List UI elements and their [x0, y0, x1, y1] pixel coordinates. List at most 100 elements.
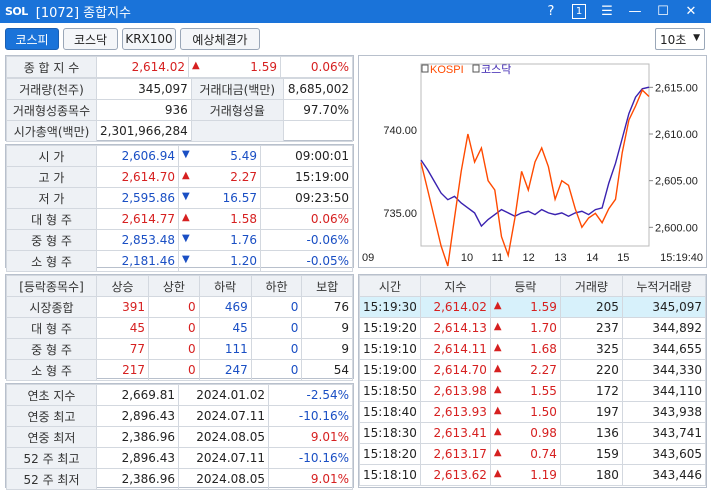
breadth-name: 소 형 주 — [6, 359, 97, 381]
price-label: 대 형 주 — [6, 208, 97, 230]
breadth-downlimit: 0 — [250, 359, 303, 381]
tick-time: 15:18:50 — [359, 380, 421, 402]
tick-volume: 172 — [559, 380, 623, 402]
tick-time: 15:19:00 — [359, 359, 421, 381]
breadth-flat: 9 — [301, 338, 353, 360]
interval-select[interactable]: 10초 ▼ — [655, 28, 705, 50]
price-value: 2,614.70 — [96, 166, 179, 188]
tick-header-row: 시간 지수 등락 거래량 누적거래량 — [359, 275, 707, 297]
breadth-header: 하락 — [198, 275, 252, 297]
x-tick-label: 15 — [617, 252, 629, 264]
yearly-rate: 9.01% — [268, 426, 353, 448]
tick-row[interactable]: 15:18:10 2,613.62 ▲ 1.19 180 343,446 — [359, 464, 707, 486]
market-cap-label: 시가총액(백만) — [6, 120, 97, 142]
tick-index: 2,614.02 — [419, 296, 491, 318]
yearly-rate: -10.16% — [268, 447, 353, 469]
up-arrow-icon: ▲ — [182, 170, 190, 181]
formed-count-value: 936 — [96, 99, 192, 121]
up-arrow-icon: ▲ — [493, 447, 502, 458]
menu-icon[interactable]: ☰ — [593, 2, 621, 21]
yearly-row: 52 주 최저 2,386.96 2024.08.05 9.01% — [6, 468, 353, 490]
yearly-date: 2024.07.11 — [178, 447, 269, 469]
summary-panel: 종 합 지 수 2,614.02 ▲ 1.59 0.06% 거래량(천주) 345… — [5, 55, 354, 142]
tick-time: 15:19:20 — [359, 317, 421, 339]
tick-row[interactable]: 15:18:20 2,613.17 ▲ 0.74 159 343,605 — [359, 443, 707, 465]
tick-row[interactable]: 15:19:30 2,614.02 ▲ 1.59 205 345,097 — [359, 296, 707, 318]
breadth-table: [등락종목수] 상승 상한 하락 하한 보합 시장종합 391 0 469 0 76 대 … — [6, 275, 353, 381]
price-extra: 0.06% — [260, 208, 353, 230]
price-extra: 09:00:01 — [260, 145, 353, 167]
breadth-down: 45 — [198, 317, 252, 339]
breadth-header-row: [등락종목수] 상승 상한 하락 하한 보합 — [6, 275, 353, 297]
yearly-row: 연중 최고 2,896.43 2024.07.11 -10.16% — [6, 405, 353, 427]
interval-value: 10초 — [660, 32, 687, 47]
left-tick-label: 735.00 — [383, 208, 417, 220]
tick-row[interactable]: 15:18:30 2,613.41 ▲ 0.98 136 343,741 — [359, 422, 707, 444]
down-arrow-icon: ▼ — [182, 149, 190, 160]
tick-row[interactable]: 15:19:00 2,614.70 ▲ 2.27 220 344,330 — [359, 359, 707, 381]
intraday-chart[interactable]: KOSPI 코스닥 2,615.00 2,610.00 2,605.00 2,600.00… — [358, 55, 707, 268]
market-cap-row: 시가총액(백만) 2,301,966,284 — [6, 120, 354, 142]
breadth-down: 111 — [198, 338, 252, 360]
tick-row[interactable]: 15:19:10 2,614.11 ▲ 1.68 325 344,655 — [359, 338, 707, 360]
help-button[interactable]: ? — [537, 2, 565, 21]
tick-cum-volume: 343,741 — [621, 422, 707, 444]
price-value: 2,595.86 — [96, 187, 179, 209]
price-extra: 09:23:50 — [260, 187, 353, 209]
tick-volume: 237 — [559, 317, 623, 339]
price-value: 2,853.48 — [96, 229, 179, 251]
composite-index-value: 2,614.02 — [96, 56, 189, 78]
screen-number: 1 — [571, 4, 587, 19]
tick-table: 시간 지수 등락 거래량 누적거래량 15:19:30 2,614.02 ▲ 1.59… — [359, 275, 707, 486]
breadth-downlimit: 0 — [250, 338, 303, 360]
screen-number-button[interactable]: 1 — [565, 2, 593, 21]
tick-header: 거래량 — [559, 275, 623, 297]
tick-cum-volume: 344,892 — [621, 317, 707, 339]
breadth-row: 소 형 주 217 0 247 0 54 — [6, 359, 353, 381]
tab-kosdaq[interactable]: 코스닥 — [63, 28, 118, 50]
price-row: 소 형 주 2,181.46 ▼ 1.20 -0.05% — [6, 250, 353, 272]
tick-row[interactable]: 15:19:20 2,614.13 ▲ 1.70 237 344,892 — [359, 317, 707, 339]
tab-krx100[interactable]: KRX100 — [122, 28, 176, 50]
tab-kospi[interactable]: 코스피 — [5, 28, 59, 50]
yearly-value: 2,386.96 — [96, 468, 179, 490]
tick-cum-volume: 344,330 — [621, 359, 707, 381]
composite-index-label: 종 합 지 수 — [6, 56, 97, 78]
tick-cum-volume: 344,655 — [621, 338, 707, 360]
price-row: 고 가 2,614.70 ▲ 2.27 15:19:00 — [6, 166, 353, 188]
up-arrow-icon: ▲ — [493, 342, 502, 353]
tick-row[interactable]: 15:18:50 2,613.98 ▲ 1.55 172 344,110 — [359, 380, 707, 402]
price-row: 중 형 주 2,853.48 ▼ 1.76 -0.06% — [6, 229, 353, 251]
breadth-flat: 9 — [301, 317, 353, 339]
up-arrow-icon: ▲ — [182, 212, 190, 223]
breadth-row: 중 형 주 77 0 111 0 9 — [6, 338, 353, 360]
tick-cum-volume: 345,097 — [621, 296, 707, 318]
formed-count-label: 거래형성종목수 — [6, 99, 97, 121]
tick-row[interactable]: 15:18:40 2,613.93 ▲ 1.50 197 343,938 — [359, 401, 707, 423]
yearly-rate: -2.54% — [268, 384, 353, 406]
tick-panel: 시간 지수 등락 거래량 누적거래량 15:19:30 2,614.02 ▲ 1.59… — [358, 274, 707, 488]
legend-kospi: KOSPI — [430, 64, 464, 76]
x-tick-label: 10 — [461, 252, 473, 264]
tick-change: 1.68 — [530, 342, 557, 356]
breadth-up: 217 — [95, 359, 150, 381]
breadth-name: 중 형 주 — [6, 338, 97, 360]
minimize-icon[interactable]: — — [621, 2, 649, 21]
breadth-down: 469 — [198, 296, 252, 318]
breadth-uplimit: 0 — [148, 338, 200, 360]
tick-cum-volume: 344,110 — [621, 380, 707, 402]
volume-label: 거래량(천주) — [6, 78, 97, 100]
close-icon[interactable]: ✕ — [677, 2, 705, 21]
app-logo: SOL — [5, 5, 28, 18]
price-extra: -0.06% — [260, 229, 353, 251]
tick-volume: 205 — [559, 296, 623, 318]
price-change: 1.76 — [230, 233, 257, 247]
composite-index-row: 종 합 지 수 2,614.02 ▲ 1.59 0.06% — [6, 56, 353, 78]
maximize-icon[interactable]: ☐ — [649, 2, 677, 21]
yearly-value: 2,896.43 — [96, 405, 179, 427]
price-value: 2,181.46 — [96, 250, 179, 272]
yearly-rate: 9.01% — [268, 468, 353, 490]
price-extra: -0.05% — [260, 250, 353, 272]
tab-expected-price[interactable]: 예상체결가 — [180, 28, 260, 50]
yearly-table: 연초 지수 2,669.81 2024.01.02 -2.54% 연중 최고 2,896… — [6, 384, 353, 490]
